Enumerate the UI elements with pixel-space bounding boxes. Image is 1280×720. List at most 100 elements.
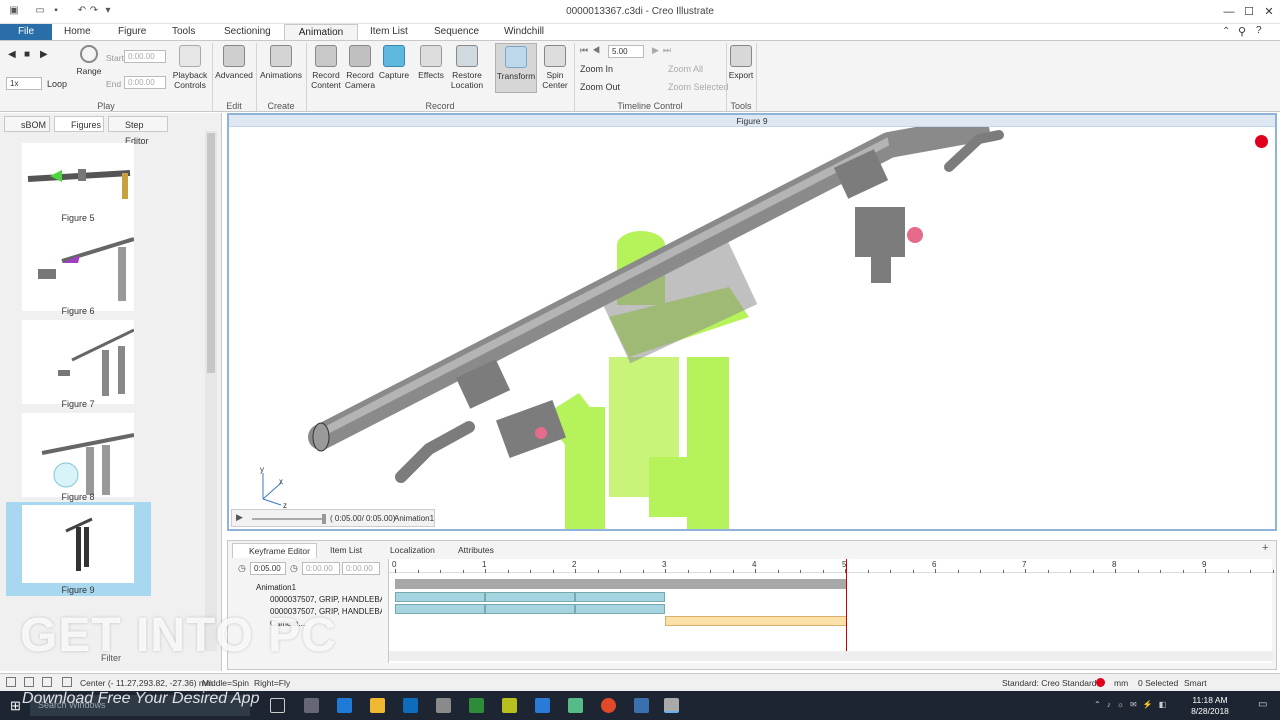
ie-icon[interactable] (535, 698, 550, 713)
figure-8-label[interactable]: Figure 8 (24, 492, 132, 502)
excel-icon[interactable] (469, 698, 484, 713)
outlook-icon[interactable] (403, 698, 418, 713)
keyframe-bar[interactable] (485, 592, 575, 602)
figure-9-thumbnail[interactable] (22, 505, 134, 583)
tree-grip-1[interactable]: 0000037507, GRIP, HANDLEBAR (236, 594, 382, 606)
playback-controls-button[interactable]: Playback Controls (172, 45, 208, 90)
tab-sbom[interactable]: sBOM (4, 116, 50, 132)
timeline-scrollbar[interactable] (389, 651, 1273, 661)
speed-select[interactable]: 1x (6, 77, 42, 90)
view-icon[interactable] (62, 677, 72, 687)
capture-button[interactable]: Capture (377, 45, 411, 80)
loop-label[interactable]: Loop (47, 79, 67, 89)
zoom-selected-button[interactable]: Zoom Selected (654, 82, 729, 92)
zoom-out-button[interactable]: Zoom Out (580, 82, 620, 92)
tab-home[interactable]: Home (56, 24, 99, 40)
animations-button[interactable]: Animations (258, 45, 304, 80)
tab-localization[interactable]: Localization (374, 543, 441, 558)
end-field[interactable]: 0:00.00 (124, 76, 166, 89)
tab-figures[interactable]: Figures (54, 116, 104, 132)
selection-mode-select[interactable]: Smart (1184, 678, 1207, 688)
creo-illustrate-icon[interactable] (664, 698, 679, 713)
tab-item-list-bottom[interactable]: Item List (314, 543, 368, 558)
keyframe-bar[interactable] (485, 604, 575, 614)
taskbar-app-icon[interactable] (304, 698, 319, 713)
figure-8-thumbnail[interactable] (22, 413, 134, 497)
tab-step-editor[interactable]: Step Editor (108, 116, 168, 146)
figure-7-thumbnail[interactable] (22, 320, 134, 404)
tab-tools[interactable]: Tools (164, 24, 203, 40)
maximize-icon[interactable]: ☐ (1238, 4, 1260, 20)
help-icon[interactable]: ? (1256, 25, 1262, 36)
ribbon-collapse-icon[interactable]: ⌃ (1222, 26, 1230, 37)
tab-animation[interactable]: Animation (284, 24, 358, 40)
play-back-icon[interactable]: ◀ (8, 49, 16, 60)
tab-keyframe-editor[interactable]: Keyframe Editor (232, 543, 317, 558)
task-view-icon[interactable] (270, 698, 285, 713)
tab-sectioning[interactable]: Sectioning (216, 24, 279, 40)
playbar-slider[interactable] (252, 518, 324, 520)
figure-5-label[interactable]: Figure 5 (24, 213, 132, 223)
chrome-icon[interactable] (601, 698, 616, 713)
start-field[interactable]: 0:00.00 (124, 50, 166, 63)
playbar-play-icon[interactable]: ▶ (236, 512, 243, 523)
step-field[interactable]: 5.00 (608, 45, 644, 58)
tab-attributes[interactable]: Attributes (442, 543, 500, 558)
figures-scrollbar[interactable] (205, 131, 217, 651)
spin-center-button[interactable]: Spin Center (538, 45, 572, 90)
figure-9-label[interactable]: Figure 9 (24, 585, 132, 595)
playbar-slider-thumb[interactable] (322, 514, 326, 524)
tab-figure[interactable]: Figure (110, 24, 154, 40)
zoom-in-button[interactable]: Zoom In (580, 64, 613, 74)
time-field-2[interactable]: 0:00.00 (302, 562, 340, 575)
range-button[interactable]: Range (74, 45, 104, 76)
restore-location-button[interactable]: Restore Location (447, 45, 487, 90)
handlebar-model[interactable] (229, 127, 1275, 529)
system-tray-icons[interactable]: ⌃♪☼✉⚡◧ (1094, 700, 1172, 709)
zoom-all-button[interactable]: Zoom All (654, 64, 703, 74)
timeline-area[interactable]: 0123456789 (388, 559, 1274, 663)
tab-sequence[interactable]: Sequence (426, 24, 487, 40)
notifications-icon[interactable]: ▭ (1258, 699, 1267, 710)
notes-icon[interactable] (502, 698, 517, 713)
view-icon[interactable] (6, 677, 16, 687)
keyframe-bar[interactable] (575, 592, 665, 602)
explorer-icon[interactable] (370, 698, 385, 713)
view-icon[interactable] (42, 677, 52, 687)
tree-animation1[interactable]: Animation1 (236, 582, 296, 594)
advanced-button[interactable]: Advanced (214, 45, 254, 80)
edge-icon[interactable] (337, 698, 352, 713)
keyframe-bar[interactable] (395, 592, 485, 602)
stop-icon[interactable]: ■ (24, 49, 30, 60)
search-icon[interactable]: ⚲ (1238, 25, 1246, 38)
status-standard[interactable]: Standard: Creo Standard (1002, 678, 1097, 688)
transform-button[interactable]: Transform (495, 43, 537, 93)
time-field[interactable]: 0:05.00 (250, 562, 286, 575)
tab-file[interactable]: File (0, 24, 52, 40)
record-content-button[interactable]: Record Content (309, 45, 343, 90)
expand-panel-icon[interactable]: + (1262, 542, 1268, 554)
keyframe-bar[interactable] (395, 604, 485, 614)
figure-7-label[interactable]: Figure 7 (24, 399, 132, 409)
time-cursor[interactable] (846, 559, 847, 653)
taskbar-app-icon[interactable] (634, 698, 649, 713)
timeline-nav-icons[interactable]: ⏮◀ (580, 45, 604, 56)
time-field-3[interactable]: 0:00.00 (342, 562, 380, 575)
tab-item-list[interactable]: Item List (362, 24, 416, 40)
export-button[interactable]: Export (728, 45, 754, 80)
status-units[interactable]: mm (1114, 678, 1128, 688)
taskbar-clock[interactable]: 11:18 AM 8/28/2018 (1180, 695, 1240, 717)
taskbar-app-icon[interactable] (568, 698, 583, 713)
timeline-forward-icons[interactable]: ▶⏭ (652, 45, 675, 56)
animation-bar[interactable] (395, 579, 847, 589)
camera-keyframe-bar[interactable] (665, 616, 847, 626)
taskbar-app-icon[interactable] (436, 698, 451, 713)
figure-6-thumbnail[interactable] (22, 227, 134, 311)
minimize-icon[interactable]: — (1218, 4, 1240, 20)
play-icon[interactable]: ▶ (40, 49, 48, 60)
figure-6-label[interactable]: Figure 6 (24, 306, 132, 316)
close-icon[interactable]: ✕ (1258, 4, 1280, 20)
keyframe-bar[interactable] (575, 604, 665, 614)
3d-viewport[interactable]: Figure 9 y x z ▶ (0:05.00/ 0:05.00) Ani… (227, 113, 1277, 531)
view-icon[interactable] (24, 677, 34, 687)
